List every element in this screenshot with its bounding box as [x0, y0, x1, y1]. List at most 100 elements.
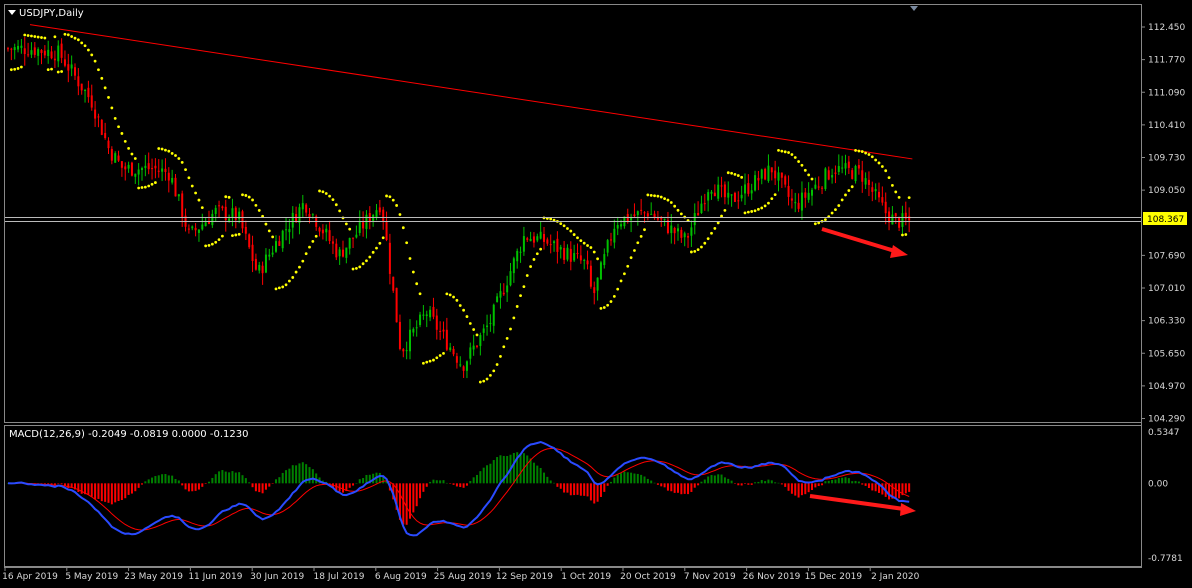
bear-candle — [110, 148, 113, 161]
psar-dot — [237, 232, 241, 236]
bull-candle — [794, 202, 797, 204]
macd-histogram-bar — [120, 483, 123, 500]
macd-histogram-bar — [861, 483, 864, 485]
psar-dot — [679, 212, 683, 216]
bear-candle — [861, 170, 864, 182]
bear-candle — [455, 356, 458, 363]
psar-dot — [368, 255, 372, 259]
macd-histogram-bar — [723, 477, 726, 484]
macd-histogram-bar — [620, 473, 623, 484]
macd-histogram-bar — [733, 483, 736, 484]
bear-candle — [774, 170, 777, 179]
chart-canvas[interactable]: USDJPY,Daily MACD(12,26,9) -0.2049 -0.08… — [0, 0, 1192, 588]
psar-dot — [338, 209, 342, 213]
macd-histogram-bar — [512, 453, 515, 484]
bull-candle — [539, 231, 542, 239]
bull-candle — [730, 194, 733, 196]
macd-histogram-bar — [452, 483, 455, 485]
time-axis-label: 5 May 2019 — [65, 572, 118, 582]
dropdown-triangle-icon[interactable] — [8, 10, 16, 15]
macd-histogram-bar — [683, 483, 686, 494]
bull-candle — [358, 221, 361, 233]
bear-candle — [40, 49, 43, 53]
macd-histogram-bar — [221, 470, 224, 484]
macd-histogram-bar — [499, 455, 502, 484]
price-axis-label: 105.650 — [1148, 349, 1185, 359]
psar-dot — [284, 283, 288, 287]
psar-dot — [137, 186, 141, 190]
macd-histogram-bar — [479, 471, 482, 484]
macd-histogram-bar — [653, 482, 656, 484]
psar-dot — [539, 247, 543, 251]
psar-dot — [864, 151, 867, 155]
macd-histogram-bar — [827, 480, 830, 484]
macd-histogram-bar — [104, 483, 107, 502]
macd-histogram-bar — [77, 483, 80, 492]
macd-histogram-bar — [275, 479, 277, 484]
macd-histogram-bar — [174, 479, 177, 484]
macd-histogram-bar — [539, 467, 542, 484]
bear-candle — [23, 48, 26, 55]
macd-histogram-bar — [677, 483, 679, 493]
psar-dot — [87, 48, 90, 52]
price-axis-label: 111.770 — [1148, 56, 1185, 66]
bull-candle — [814, 184, 817, 189]
psar-dot — [324, 192, 328, 195]
macd-histogram-bar — [291, 465, 294, 484]
bear-candle — [7, 48, 9, 50]
macd-histogram-bar — [546, 476, 549, 484]
macd-histogram-bar — [553, 482, 556, 484]
psar-dot — [703, 241, 707, 245]
psar-dot — [730, 171, 733, 175]
psar-dot — [837, 204, 841, 207]
macd-histogram-bar — [670, 483, 673, 492]
psar-dot — [579, 239, 583, 242]
macd-indicator-label: MACD(12,26,9) -0.2049 -0.0819 0.0000 -0.… — [9, 429, 248, 440]
psar-dot — [803, 168, 807, 172]
symbol-title[interactable]: USDJPY,Daily — [8, 8, 84, 19]
psar-dot — [110, 106, 114, 110]
psar-dot — [140, 186, 144, 189]
macd-histogram-bar — [764, 481, 767, 484]
bull-candle — [425, 314, 428, 317]
bear-candle — [33, 47, 36, 55]
bear-candle — [90, 95, 93, 108]
bear-candle — [164, 168, 167, 172]
psar-dot — [254, 204, 258, 207]
bear-candle — [703, 203, 706, 205]
bull-candle — [429, 309, 432, 318]
psar-dot — [750, 210, 754, 213]
bull-candle — [573, 253, 576, 261]
bull-candle — [372, 215, 375, 222]
psar-dot — [626, 264, 630, 268]
macd-histogram-bar — [730, 480, 733, 484]
macd-histogram-bar — [114, 483, 117, 503]
macd-histogram-bar — [281, 472, 284, 484]
psar-dot — [120, 132, 124, 135]
current-price-value: 108.367 — [1147, 215, 1184, 225]
macd-histogram-bar — [817, 483, 820, 487]
macd-histogram-bar — [603, 483, 606, 492]
macd-histogram-bar — [586, 483, 589, 497]
bull-candle — [854, 166, 857, 182]
macd-histogram-bar — [425, 483, 428, 487]
macd-histogram-bar — [352, 483, 355, 486]
bear-candle — [610, 239, 612, 241]
psar-dot — [465, 315, 469, 318]
psar-dot — [40, 36, 43, 39]
psar-dot — [234, 233, 238, 237]
bear-candle — [439, 330, 442, 332]
bear-candle — [834, 172, 837, 174]
bull-candle — [620, 224, 623, 227]
macd-histogram-bar — [218, 471, 221, 484]
psar-dot — [813, 222, 817, 226]
macd-histogram-bar — [144, 481, 147, 484]
psar-dot — [643, 228, 646, 232]
bear-candle — [817, 186, 820, 188]
macd-histogram-bar — [610, 481, 612, 484]
chart-shift-marker-icon[interactable] — [910, 6, 918, 11]
bull-candle — [422, 314, 425, 316]
macd-histogram-bar — [774, 482, 777, 484]
time-axis-label: 12 Sep 2019 — [496, 572, 553, 582]
macd-histogram-bar — [154, 476, 157, 484]
